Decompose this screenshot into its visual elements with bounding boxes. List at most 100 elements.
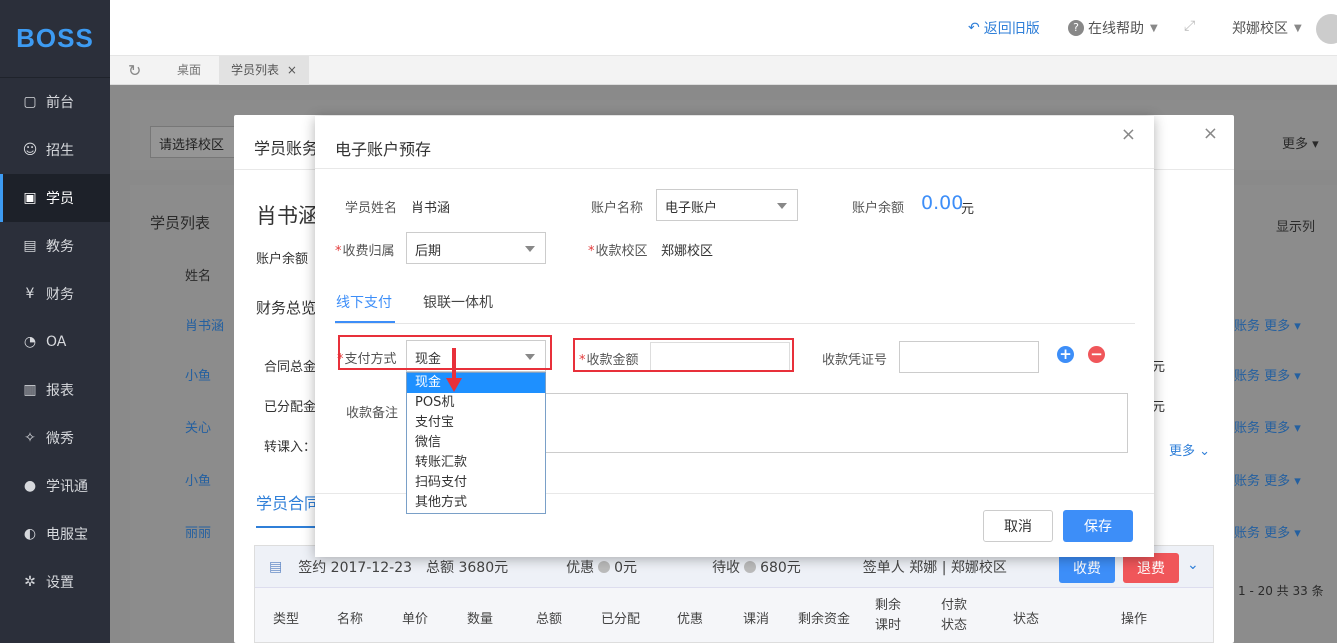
more-filter-link[interactable]: 更多 ▾ [1282, 133, 1319, 152]
phone-icon: ◐ [23, 526, 37, 542]
tab-offline-payment[interactable]: 线下支付 [336, 292, 392, 312]
chevron-down-icon[interactable]: ⌄ [1187, 557, 1199, 573]
discount-value: 0元 [614, 559, 638, 576]
cancel-button[interactable]: 取消 [983, 510, 1053, 542]
column-header: 付款状态 [940, 598, 967, 633]
app-logo[interactable]: BOSS [0, 0, 110, 78]
refresh-icon[interactable]: ↻ [128, 61, 141, 80]
add-row-icon[interactable]: + [1057, 346, 1074, 363]
tab-unionpay[interactable]: 银联一体机 [423, 292, 493, 312]
option-transfer[interactable]: 转账汇款 [407, 453, 545, 473]
sidebar-item-enroll[interactable]: ☺ 招生 [0, 126, 110, 174]
option-wechat[interactable]: 微信 [407, 433, 545, 453]
tab-label: 学员列表 [231, 63, 280, 77]
remove-row-icon[interactable]: − [1088, 346, 1105, 363]
row-finance-link[interactable]: 账务 更多 ▾ [1234, 470, 1301, 489]
pagination-info: 1 - 20 共 33 条 [1238, 584, 1324, 598]
sidebar-item-settings[interactable]: ✲ 设置 [0, 558, 110, 606]
avatar[interactable] [1316, 14, 1337, 44]
collect-fee-button[interactable]: 收费 [1059, 553, 1115, 583]
column-header: 状态 [1013, 612, 1040, 627]
help-label: 在线帮助 [1088, 21, 1144, 37]
close-icon[interactable]: × [1203, 123, 1218, 144]
row-finance-link[interactable]: 账务 更多 ▾ [1234, 417, 1301, 436]
top-bar: ↶ 返回旧版 ? 在线帮助 ▼ ⤢ 郑娜校区 ▼ [110, 0, 1337, 56]
sidebar-item-xuexuntong[interactable]: ● 学讯通 [0, 462, 110, 510]
row-finance-link[interactable]: 账务 更多 ▾ [1234, 522, 1301, 541]
annotation-box-amount [573, 338, 794, 372]
option-alipay[interactable]: 支付宝 [407, 413, 545, 433]
sidebar-item-front-desk[interactable]: ▢ 前台 [0, 78, 110, 126]
table-row[interactable]: 小鱼 [185, 365, 211, 384]
tab-home[interactable]: 桌面 [165, 56, 213, 85]
chat-icon: ◔ [23, 334, 37, 350]
student-name-heading: 肖书涵 [256, 204, 319, 228]
table-row[interactable]: 小鱼 [185, 470, 211, 489]
account-name-select[interactable]: 电子账户 [656, 189, 798, 221]
column-header: 课消 [743, 612, 770, 627]
collect-campus-value: 郑娜校区 [661, 244, 714, 259]
campus-select[interactable]: 请选择校区 [150, 126, 240, 158]
document-icon: ▤ [269, 558, 283, 575]
sidebar-item-label: 微秀 [46, 431, 74, 447]
close-icon[interactable]: × [287, 63, 297, 77]
annotation-arrow-shaft [452, 348, 456, 382]
label-text: 收款校区 [595, 244, 648, 259]
help-icon: ? [1068, 20, 1084, 36]
column-header: 单价 [402, 612, 429, 627]
back-old-version-link[interactable]: ↶ 返回旧版 [968, 18, 1040, 38]
sidebar-item-finance[interactable]: ¥ 财务 [0, 270, 110, 318]
allocated-label: 已分配金 [264, 400, 317, 415]
save-button[interactable]: 保存 [1063, 510, 1133, 542]
tab-student-list[interactable]: 学员列表 × [219, 56, 309, 85]
close-icon[interactable]: × [1121, 124, 1136, 145]
sidebar-item-reports[interactable]: ▥ 报表 [0, 366, 110, 414]
more-label: 更多 [1264, 474, 1291, 489]
table-row[interactable]: 关心 [185, 417, 211, 436]
page-tabs: ↻ 桌面 学员列表 × [110, 56, 1337, 85]
more-label: 更多 [1264, 421, 1291, 436]
annotation-box-pay-method [338, 335, 552, 370]
fullscreen-icon[interactable]: ⤢ [1184, 18, 1195, 34]
row-finance-link[interactable]: 账务 更多 ▾ [1234, 315, 1301, 334]
sidebar-item-oa[interactable]: ◔ OA [0, 318, 110, 366]
finance-label: 账务 [1234, 526, 1261, 541]
more-link[interactable]: 更多 ⌄ [1169, 440, 1210, 459]
sidebar-item-students[interactable]: ▣ 学员 [0, 174, 110, 222]
campus-switcher[interactable]: 郑娜校区 ▼ [1232, 18, 1302, 38]
student-name-label: 学员姓名 [345, 201, 398, 216]
refund-button[interactable]: 退费 [1123, 553, 1179, 583]
table-row[interactable]: 丽丽 [185, 522, 211, 541]
sidebar-item-label: 电服宝 [46, 527, 88, 543]
select-value: 后期 [415, 244, 442, 259]
sidebar-item-dianfubao[interactable]: ◐ 电服宝 [0, 510, 110, 558]
account-balance-label: 账户余额 [256, 252, 309, 267]
pay-method-dropdown: 现金 POS机 支付宝 微信 转账汇款 扫码支付 其他方式 [406, 372, 546, 514]
tab-contracts[interactable]: 学员合同 [256, 490, 321, 528]
column-header-name: 姓名 [185, 269, 212, 284]
voucher-input[interactable] [899, 341, 1039, 373]
sidebar-item-label: OA [46, 334, 67, 350]
sidebar-item-academic[interactable]: ▤ 教务 [0, 222, 110, 270]
finance-label: 账务 [1234, 421, 1261, 436]
sidebar: BOSS ▢ 前台 ☺ 招生 ▣ 学员 ▤ 教务 ¥ 财务 ◔ OA ▥ 报表 ✧ 微秀 ● 学讯… [0, 0, 110, 643]
column-header: 优惠 [677, 612, 704, 627]
online-help-menu[interactable]: ? 在线帮助 ▼ [1068, 18, 1158, 38]
table-row[interactable]: 肖书涵 [185, 315, 224, 334]
sidebar-item-label: 设置 [46, 575, 74, 591]
column-header: 操作 [1121, 612, 1148, 627]
row-finance-link[interactable]: 账务 更多 ▾ [1234, 365, 1301, 384]
option-scan-pay[interactable]: 扫码支付 [407, 473, 545, 493]
calendar-icon: ▢ [23, 94, 37, 110]
balance-unit: 元 [961, 202, 975, 217]
option-pos[interactable]: POS机 [407, 393, 545, 413]
contract-date: 签约 2017-12-23 [298, 559, 413, 576]
fee-owner-select[interactable]: 后期 [406, 232, 546, 264]
option-cash[interactable]: 现金 [407, 373, 545, 393]
sidebar-item-weixiu[interactable]: ✧ 微秀 [0, 414, 110, 462]
option-other[interactable]: 其他方式 [407, 493, 545, 513]
balance-label: 账户余额 [852, 201, 905, 216]
label-text: 收费归属 [342, 244, 395, 259]
more-label: 更多 [1282, 137, 1309, 152]
display-columns-button[interactable]: 显示列 [1276, 216, 1315, 235]
